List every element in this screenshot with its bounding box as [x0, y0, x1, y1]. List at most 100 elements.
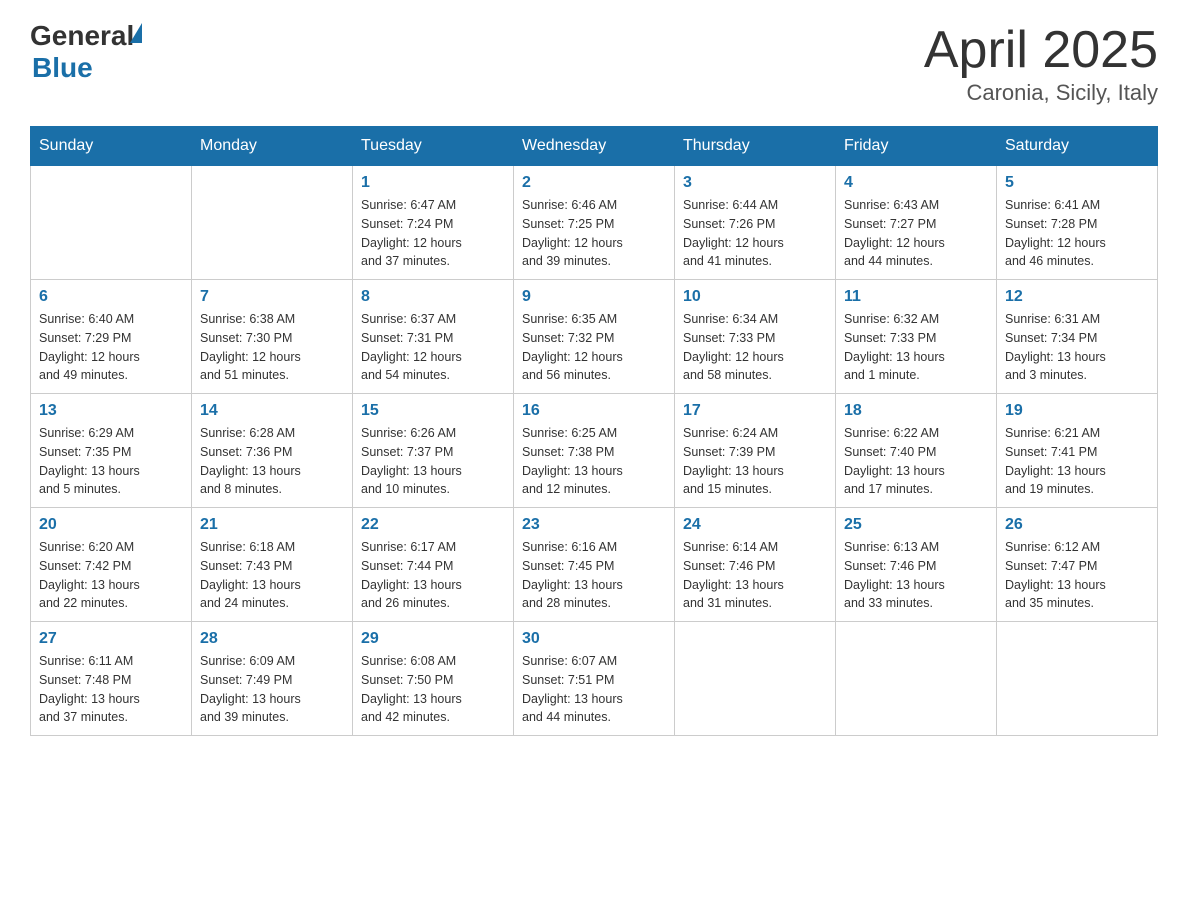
- logo: General Blue: [30, 20, 142, 84]
- table-row: 30Sunrise: 6:07 AMSunset: 7:51 PMDayligh…: [514, 622, 675, 736]
- day-info: Sunrise: 6:22 AMSunset: 7:40 PMDaylight:…: [844, 424, 988, 499]
- table-row: 5 Sunrise: 6:41 AMSunset: 7:28 PMDaylight…: [997, 166, 1158, 280]
- day-number: 20: [39, 516, 183, 534]
- title-section: April 2025 Caronia, Sicily, Italy: [924, 20, 1158, 106]
- day-info: Sunrise: 6:44 AMSunset: 7:26 PMDaylight:…: [683, 196, 827, 271]
- day-number: 15: [361, 402, 505, 420]
- day-info: Sunrise: 6:47 AMSunset: 7:24 PMDaylight:…: [361, 196, 505, 271]
- table-row: 20 Sunrise: 6:20 AMSunset: 7:42 PMDayligh…: [31, 508, 192, 622]
- day-info: Sunrise: 6:17 AMSunset: 7:44 PMDaylight:…: [361, 538, 505, 613]
- day-number: 23: [522, 516, 666, 534]
- day-number: 8: [361, 288, 505, 306]
- col-tuesday: Tuesday: [353, 127, 514, 166]
- logo-triangle-icon: [130, 23, 142, 43]
- table-row: 18 Sunrise: 6:22 AMSunset: 7:40 PMDayligh…: [836, 394, 997, 508]
- day-info: Sunrise: 6:46 AMSunset: 7:25 PMDaylight:…: [522, 196, 666, 271]
- table-row: [836, 622, 997, 736]
- calendar-header-row: Sunday Monday Tuesday Wednesday Thursday…: [31, 127, 1158, 166]
- page-subtitle: Caronia, Sicily, Italy: [924, 80, 1158, 106]
- table-row: 10Sunrise: 6:34 AMSunset: 7:33 PMDayligh…: [675, 280, 836, 394]
- table-row: 11 Sunrise: 6:32 AMSunset: 7:33 PMDayligh…: [836, 280, 997, 394]
- day-number: 18: [844, 402, 988, 420]
- day-number: 10: [683, 288, 827, 306]
- logo-blue-text: Blue: [32, 52, 142, 84]
- table-row: 12 Sunrise: 6:31 AMSunset: 7:34 PMDayligh…: [997, 280, 1158, 394]
- table-row: 23 Sunrise: 6:16 AMSunset: 7:45 PMDayligh…: [514, 508, 675, 622]
- day-info: Sunrise: 6:21 AMSunset: 7:41 PMDaylight:…: [1005, 424, 1149, 499]
- day-info: Sunrise: 6:40 AMSunset: 7:29 PMDaylight:…: [39, 310, 183, 385]
- calendar-week-5: 27 Sunrise: 6:11 AMSunset: 7:48 PMDayligh…: [31, 622, 1158, 736]
- day-info: Sunrise: 6:26 AMSunset: 7:37 PMDaylight:…: [361, 424, 505, 499]
- day-info: Sunrise: 6:32 AMSunset: 7:33 PMDaylight:…: [844, 310, 988, 385]
- day-number: 4: [844, 174, 988, 192]
- table-row: [675, 622, 836, 736]
- day-number: 9: [522, 288, 666, 306]
- day-info: Sunrise: 6:25 AMSunset: 7:38 PMDaylight:…: [522, 424, 666, 499]
- page-header: General Blue April 2025 Caronia, Sicily,…: [30, 20, 1158, 106]
- day-number: 29: [361, 630, 505, 648]
- day-number: 11: [844, 288, 988, 306]
- day-number: 30: [522, 630, 666, 648]
- day-info: Sunrise: 6:31 AMSunset: 7:34 PMDaylight:…: [1005, 310, 1149, 385]
- table-row: 13 Sunrise: 6:29 AMSunset: 7:35 PMDayligh…: [31, 394, 192, 508]
- page-title: April 2025: [924, 20, 1158, 80]
- table-row: 15 Sunrise: 6:26 AMSunset: 7:37 PMDayligh…: [353, 394, 514, 508]
- table-row: 19 Sunrise: 6:21 AMSunset: 7:41 PMDayligh…: [997, 394, 1158, 508]
- day-number: 5: [1005, 174, 1149, 192]
- calendar-week-1: 1 Sunrise: 6:47 AMSunset: 7:24 PMDaylight…: [31, 166, 1158, 280]
- col-saturday: Saturday: [997, 127, 1158, 166]
- table-row: [31, 166, 192, 280]
- day-number: 27: [39, 630, 183, 648]
- table-row: 22 Sunrise: 6:17 AMSunset: 7:44 PMDayligh…: [353, 508, 514, 622]
- calendar-week-4: 20 Sunrise: 6:20 AMSunset: 7:42 PMDayligh…: [31, 508, 1158, 622]
- day-number: 26: [1005, 516, 1149, 534]
- table-row: 14Sunrise: 6:28 AMSunset: 7:36 PMDayligh…: [192, 394, 353, 508]
- day-number: 16: [522, 402, 666, 420]
- day-number: 6: [39, 288, 183, 306]
- day-info: Sunrise: 6:20 AMSunset: 7:42 PMDaylight:…: [39, 538, 183, 613]
- day-number: 24: [683, 516, 827, 534]
- calendar-week-3: 13 Sunrise: 6:29 AMSunset: 7:35 PMDayligh…: [31, 394, 1158, 508]
- col-sunday: Sunday: [31, 127, 192, 166]
- day-info: Sunrise: 6:38 AMSunset: 7:30 PMDaylight:…: [200, 310, 344, 385]
- table-row: [997, 622, 1158, 736]
- day-number: 1: [361, 174, 505, 192]
- day-info: Sunrise: 6:37 AMSunset: 7:31 PMDaylight:…: [361, 310, 505, 385]
- calendar-week-2: 6 Sunrise: 6:40 AMSunset: 7:29 PMDaylight…: [31, 280, 1158, 394]
- day-info: Sunrise: 6:11 AMSunset: 7:48 PMDaylight:…: [39, 652, 183, 727]
- day-info: Sunrise: 6:12 AMSunset: 7:47 PMDaylight:…: [1005, 538, 1149, 613]
- calendar-table: Sunday Monday Tuesday Wednesday Thursday…: [30, 126, 1158, 736]
- logo-general-text: General: [30, 20, 134, 52]
- table-row: [192, 166, 353, 280]
- day-info: Sunrise: 6:29 AMSunset: 7:35 PMDaylight:…: [39, 424, 183, 499]
- table-row: 3Sunrise: 6:44 AMSunset: 7:26 PMDaylight…: [675, 166, 836, 280]
- table-row: 17Sunrise: 6:24 AMSunset: 7:39 PMDayligh…: [675, 394, 836, 508]
- day-number: 22: [361, 516, 505, 534]
- table-row: 8 Sunrise: 6:37 AMSunset: 7:31 PMDaylight…: [353, 280, 514, 394]
- day-number: 25: [844, 516, 988, 534]
- table-row: 26 Sunrise: 6:12 AMSunset: 7:47 PMDayligh…: [997, 508, 1158, 622]
- table-row: 25 Sunrise: 6:13 AMSunset: 7:46 PMDayligh…: [836, 508, 997, 622]
- day-number: 2: [522, 174, 666, 192]
- day-number: 21: [200, 516, 344, 534]
- day-info: Sunrise: 6:24 AMSunset: 7:39 PMDaylight:…: [683, 424, 827, 499]
- day-info: Sunrise: 6:08 AMSunset: 7:50 PMDaylight:…: [361, 652, 505, 727]
- day-info: Sunrise: 6:16 AMSunset: 7:45 PMDaylight:…: [522, 538, 666, 613]
- day-info: Sunrise: 6:18 AMSunset: 7:43 PMDaylight:…: [200, 538, 344, 613]
- col-friday: Friday: [836, 127, 997, 166]
- day-info: Sunrise: 6:41 AMSunset: 7:28 PMDaylight:…: [1005, 196, 1149, 271]
- table-row: 2 Sunrise: 6:46 AMSunset: 7:25 PMDaylight…: [514, 166, 675, 280]
- day-number: 19: [1005, 402, 1149, 420]
- table-row: 16 Sunrise: 6:25 AMSunset: 7:38 PMDayligh…: [514, 394, 675, 508]
- table-row: 6 Sunrise: 6:40 AMSunset: 7:29 PMDaylight…: [31, 280, 192, 394]
- day-info: Sunrise: 6:13 AMSunset: 7:46 PMDaylight:…: [844, 538, 988, 613]
- col-monday: Monday: [192, 127, 353, 166]
- table-row: 7 Sunrise: 6:38 AMSunset: 7:30 PMDaylight…: [192, 280, 353, 394]
- table-row: 9Sunrise: 6:35 AMSunset: 7:32 PMDaylight…: [514, 280, 675, 394]
- day-number: 14: [200, 402, 344, 420]
- table-row: 28Sunrise: 6:09 AMSunset: 7:49 PMDayligh…: [192, 622, 353, 736]
- day-number: 13: [39, 402, 183, 420]
- day-number: 12: [1005, 288, 1149, 306]
- table-row: 24Sunrise: 6:14 AMSunset: 7:46 PMDayligh…: [675, 508, 836, 622]
- day-number: 7: [200, 288, 344, 306]
